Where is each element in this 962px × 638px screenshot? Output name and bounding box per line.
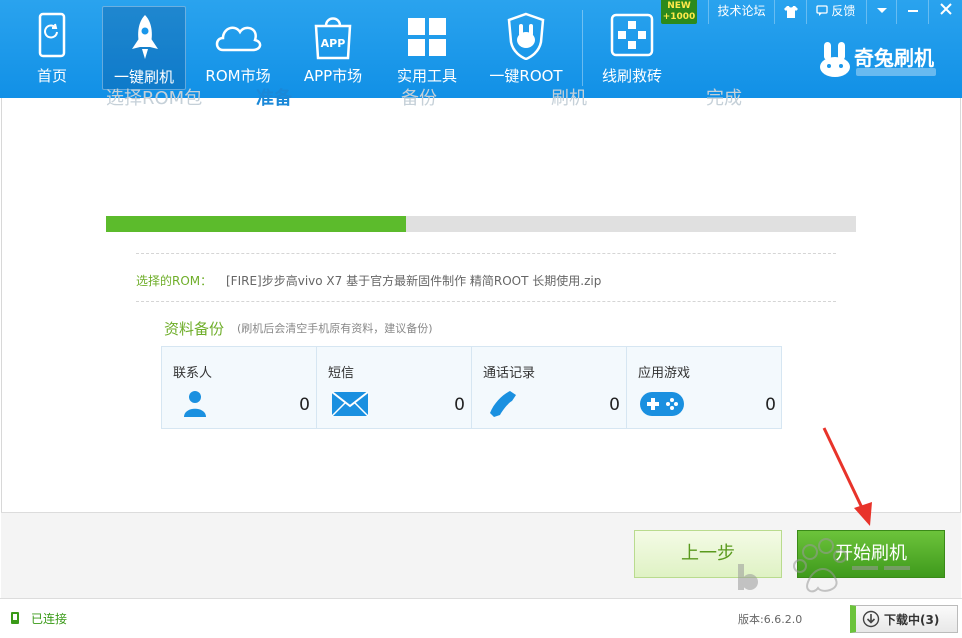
new-badge-line1: NEW: [667, 1, 691, 11]
minimize-button[interactable]: [896, 0, 928, 24]
backup-card-label: 通话记录: [483, 366, 536, 381]
plus-cross-icon: [610, 13, 654, 57]
close-icon: [939, 3, 952, 15]
minimize-icon: [907, 10, 918, 12]
divider: [136, 301, 836, 302]
backup-card-contacts[interactable]: 联系人 0: [162, 347, 317, 428]
forum-link[interactable]: 技术论坛: [708, 0, 774, 24]
backup-card-label: 应用游戏: [638, 366, 691, 381]
new-badge: NEW +1000: [661, 0, 697, 24]
version-label: 版本:6.6.2.0: [738, 613, 803, 626]
backup-card-call-log[interactable]: 通话记录 0: [472, 347, 627, 428]
envelope-icon: [331, 391, 369, 417]
cloud-icon: [215, 26, 262, 52]
device-connected-icon: [11, 612, 19, 624]
status-bar: 已连接 版本:6.6.2.0 下载中(3): [0, 598, 962, 638]
backup-card-count: 0: [765, 395, 776, 415]
brand-name: 奇兔刷机: [854, 46, 934, 70]
menu-dropdown-button[interactable]: [866, 0, 896, 24]
step-prepare: 准备: [256, 88, 292, 109]
step-complete: 完成: [706, 88, 742, 109]
nav-item-app-market[interactable]: APP APP市场: [291, 6, 375, 90]
downloads-button[interactable]: 下载中(3): [850, 605, 958, 633]
backup-note: (刷机后会清空手机原有资料，建议备份): [237, 322, 433, 335]
step-progress-fill: [106, 216, 406, 232]
backup-card-count: 0: [609, 395, 620, 415]
backup-card-count: 0: [299, 395, 310, 415]
download-icon: [862, 610, 880, 628]
forum-label: 技术论坛: [717, 4, 766, 18]
downloads-label: 下载中(3): [884, 613, 940, 627]
feedback-label: 反馈: [831, 4, 856, 18]
nav-label-home: 首页: [36, 67, 67, 85]
step-flash: 刷机: [551, 88, 587, 109]
step-progress-bar: [106, 216, 856, 232]
gamepad-icon: [640, 392, 684, 416]
nav-label-tools: 实用工具: [396, 67, 457, 85]
nav-item-one-click-flash[interactable]: 一键刷机: [102, 6, 186, 90]
rom-filename: [FIRE]步步高vivo X7 基于官方最新固件制作 精简ROOT 长期使用.…: [226, 274, 602, 288]
step-select-rom: 选择ROM包: [106, 88, 203, 109]
backup-card-apps[interactable]: 应用游戏 0: [627, 347, 782, 428]
brand-logo: 奇兔刷机: [818, 42, 948, 82]
nav-label-line-flash-rescue: 线刷救砖: [601, 67, 662, 85]
nav-item-tools[interactable]: 实用工具: [385, 6, 469, 90]
backup-card-count: 0: [454, 395, 465, 415]
windows-grid-icon: [408, 18, 446, 56]
backup-cards: 联系人 0 短信 0 通话记录 0 应用游戏 0: [161, 346, 782, 429]
nav-separator: [582, 10, 583, 86]
nav-label-one-click-root: 一键ROOT: [489, 67, 563, 85]
home-phone-icon: [38, 12, 66, 58]
backup-card-label: 联系人: [173, 366, 213, 381]
feedback-button[interactable]: 反馈: [806, 0, 864, 24]
backup-title: 资料备份: [164, 320, 225, 338]
step-backup: 备份: [401, 88, 437, 109]
svg-text:APP: APP: [321, 37, 346, 50]
red-arrow-annotation: [822, 427, 872, 526]
rom-label: 选择的ROM：: [136, 274, 213, 288]
rocket-icon: [132, 15, 158, 59]
main-content: [1, 98, 961, 514]
nav-item-rom-market[interactable]: ROM市场: [196, 6, 280, 90]
phone-handset-icon: [490, 391, 516, 417]
brand-subtitle-blurred: [856, 68, 936, 76]
nav-label-app-market: APP市场: [303, 67, 363, 85]
nav-item-home[interactable]: 首页: [10, 6, 94, 90]
root-shield-icon: [507, 12, 545, 60]
tshirt-icon: [783, 6, 798, 18]
skin-button[interactable]: [774, 0, 806, 24]
speech-bubble-icon: [815, 5, 828, 16]
backup-card-label: 短信: [328, 366, 355, 381]
new-badge-line2: +1000: [662, 12, 696, 22]
divider: [136, 253, 836, 254]
nav-item-one-click-root[interactable]: 一键ROOT: [484, 6, 568, 90]
connection-status: 已连接: [31, 612, 68, 626]
backup-card-sms[interactable]: 短信 0: [317, 347, 472, 428]
rabbit-logo-icon: [820, 42, 850, 77]
contact-person-icon: [184, 391, 206, 417]
nav-label-rom-market: ROM市场: [205, 67, 271, 85]
close-button[interactable]: [928, 0, 962, 24]
chevron-down-icon: [876, 8, 887, 13]
app-bag-icon: APP: [314, 17, 352, 60]
